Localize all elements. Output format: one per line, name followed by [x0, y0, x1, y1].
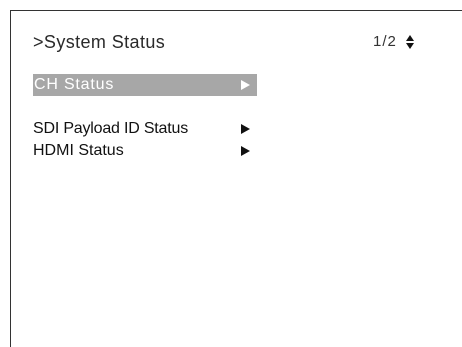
menu-item-label: SDI Payload ID Status	[33, 120, 188, 137]
page-number: 1/2	[373, 33, 397, 50]
menu-item-sdi-payload-id-status[interactable]: SDI Payload ID Status	[33, 119, 257, 139]
page-title: >System Status	[33, 32, 166, 52]
up-down-arrows-icon[interactable]	[405, 34, 414, 49]
right-arrow-icon	[241, 80, 250, 90]
up-arrow-icon[interactable]	[405, 34, 414, 41]
menu-item-hdmi-status[interactable]: HDMI Status	[33, 141, 257, 161]
status-menu-screen: >System Status 1/2 CH Status SDI Payload…	[10, 10, 462, 347]
down-arrow-icon[interactable]	[405, 42, 414, 49]
right-arrow-icon	[241, 146, 250, 156]
page-indicator: 1/2	[373, 33, 414, 50]
menu-item-label: CH Status	[34, 76, 115, 93]
right-arrow-icon	[241, 124, 250, 134]
menu-item-label: HDMI Status	[33, 142, 124, 159]
menu-item-ch-status[interactable]: CH Status	[33, 74, 257, 96]
